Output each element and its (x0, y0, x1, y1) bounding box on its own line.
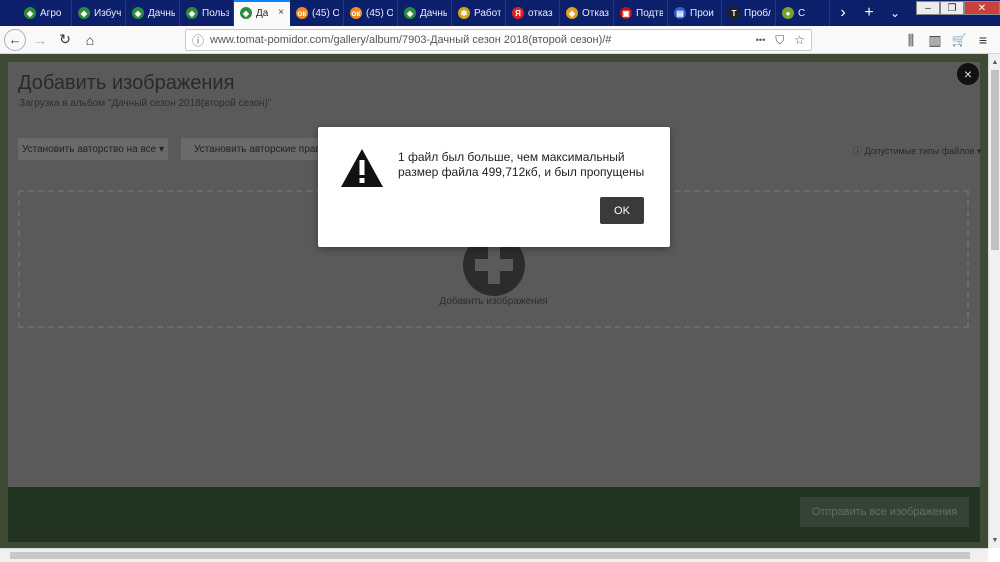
reload-button[interactable]: ↻ (54, 29, 76, 51)
browser-tab[interactable]: ок (45) О (290, 0, 344, 26)
back-button[interactable]: ← (4, 28, 26, 51)
site-info-icon[interactable]: ⓘ (192, 32, 204, 49)
tab-favicon-icon: ● (782, 7, 794, 19)
browser-tab[interactable]: ◆ Да × (234, 0, 290, 26)
horizontal-scrollbar[interactable] (0, 548, 988, 562)
browser-tab[interactable]: Яотказ (506, 0, 560, 26)
page-actions-icon[interactable]: ••• (756, 35, 765, 45)
alert-message: 1 файл был больше, чем максимальный разм… (398, 150, 645, 179)
url-text[interactable]: www.tomat-pomidor.com/gallery/album/7903… (210, 34, 756, 46)
set-author-button[interactable]: Установить авторство на все ▾ (18, 138, 168, 160)
ok-button[interactable]: OK (600, 197, 644, 224)
tab-favicon-icon: ок (350, 7, 362, 19)
forward-button[interactable]: → (29, 29, 51, 51)
navigation-bar: ← → ↻ ⌂ ⓘ www.tomat-pomidor.com/gallery/… (0, 26, 1000, 54)
browser-tab[interactable]: ▣ Подтв (614, 0, 668, 26)
tab-favicon-icon: Т (728, 7, 740, 19)
browser-tab[interactable]: ● С (776, 0, 830, 26)
tab-favicon-icon: ◆ (404, 7, 416, 19)
tab-favicon-icon: ок (296, 7, 308, 19)
dropzone-label: Добавить изображения (439, 296, 548, 307)
tab-favicon-icon: ✱ (458, 7, 470, 19)
tab-favicon-icon: ◆ (24, 7, 36, 19)
cart-icon[interactable]: 🛒 (948, 29, 970, 51)
tab-title: С (798, 7, 806, 19)
pocket-icon[interactable]: ⛉ (775, 33, 784, 48)
set-rights-button[interactable]: Установить авторские права н (181, 138, 331, 160)
menu-icon[interactable]: ≡ (972, 29, 994, 51)
scroll-down-icon[interactable]: ▼ (989, 534, 1000, 546)
tab-title: Дачны (420, 7, 447, 19)
tab-title: Дачны (148, 7, 175, 19)
tabs-menu-button[interactable]: ⌄ (882, 0, 908, 26)
browser-tab[interactable]: ◆ Агро (18, 0, 72, 26)
browser-tab[interactable]: ◈ Отказ (560, 0, 614, 26)
tab-favicon-icon: ▣ (620, 7, 632, 19)
tab-title: Агро (40, 7, 62, 19)
browser-tab[interactable]: Т Пробл (722, 0, 776, 26)
file-types-dropdown[interactable]: ⓘ Допустимые типы файлов ▾ (853, 144, 981, 157)
tab-title: (45) О (312, 7, 339, 19)
modal-title: Добавить изображения (18, 72, 235, 94)
browser-tab[interactable]: ◆ Избуч (72, 0, 126, 26)
file-size-alert: 1 файл был больше, чем максимальный разм… (318, 127, 670, 247)
tabs-container: ◆ Агро ◆ Избуч ◆ Дачны ◆ Польз ◆ Да × ок (45) О ок (45… (18, 0, 830, 26)
home-button[interactable]: ⌂ (79, 29, 101, 51)
url-bar[interactable]: ⓘ www.tomat-pomidor.com/gallery/album/79… (185, 29, 812, 51)
tab-title: Да (256, 7, 269, 19)
minimize-button[interactable]: – (916, 1, 940, 15)
browser-tab[interactable]: ок (45) О (344, 0, 398, 26)
scroll-up-icon[interactable]: ▲ (989, 56, 1000, 68)
modal-subtitle: Загрузка в альбом "Дачный сезон 2018(вто… (19, 98, 272, 109)
tab-title: Пробл (744, 7, 771, 19)
window-close-button[interactable]: ✕ (964, 1, 1000, 15)
tab-scroll-right-button[interactable]: › (830, 0, 856, 26)
vertical-scrollbar[interactable]: ▲ ▼ (988, 54, 1000, 548)
tab-close-icon[interactable]: × (275, 7, 287, 19)
sidebar-icon[interactable]: ▥ (924, 29, 946, 51)
submit-all-button[interactable]: Отправить все изображения (800, 497, 969, 527)
warning-icon (341, 149, 383, 187)
vertical-scroll-thumb[interactable] (991, 70, 999, 250)
modal-footer: Отправить все изображения (8, 487, 980, 542)
tab-favicon-icon: ▤ (674, 7, 686, 19)
modal-close-button[interactable]: × (957, 63, 979, 85)
browser-tab[interactable]: ✱ Работ (452, 0, 506, 26)
tab-favicon-icon: ◆ (240, 7, 252, 19)
browser-tab[interactable]: ◆ Польз (180, 0, 234, 26)
tab-title: Прои (690, 7, 714, 19)
tab-title: отказ (528, 7, 553, 19)
tab-title: Подтв (636, 7, 663, 19)
tab-favicon-icon: Я (512, 7, 524, 19)
tab-favicon-icon: ◆ (132, 7, 144, 19)
new-tab-button[interactable]: + (856, 0, 882, 26)
browser-tab[interactable]: ◆ Дачны (126, 0, 180, 26)
bookmark-star-icon[interactable]: ☆ (794, 33, 805, 47)
tab-strip: ◆ Агро ◆ Избуч ◆ Дачны ◆ Польз ◆ Да × ок (45) О ок (45… (0, 0, 1000, 26)
tab-title: Польз (202, 7, 229, 19)
tab-title: Отказ (582, 7, 609, 19)
restore-button[interactable]: ❐ (940, 1, 964, 15)
tab-favicon-icon: ◆ (78, 7, 90, 19)
tab-scroll-left-area (0, 0, 18, 26)
tab-favicon-icon: ◆ (186, 7, 198, 19)
browser-tab[interactable]: ◆ Дачны (398, 0, 452, 26)
browser-tab[interactable]: ▤ Прои (668, 0, 722, 26)
tab-favicon-icon: ◈ (566, 7, 578, 19)
tab-title: Работ (474, 7, 501, 19)
tab-title: Избуч (94, 7, 121, 19)
library-icon[interactable]: ⫼ (900, 29, 922, 51)
toolbar-right: ⫼ ▥ 🛒 ≡ (898, 26, 1000, 54)
tab-title: (45) О (366, 7, 393, 19)
horizontal-scroll-thumb[interactable] (10, 552, 970, 559)
tab-strip-spacer (908, 0, 916, 26)
